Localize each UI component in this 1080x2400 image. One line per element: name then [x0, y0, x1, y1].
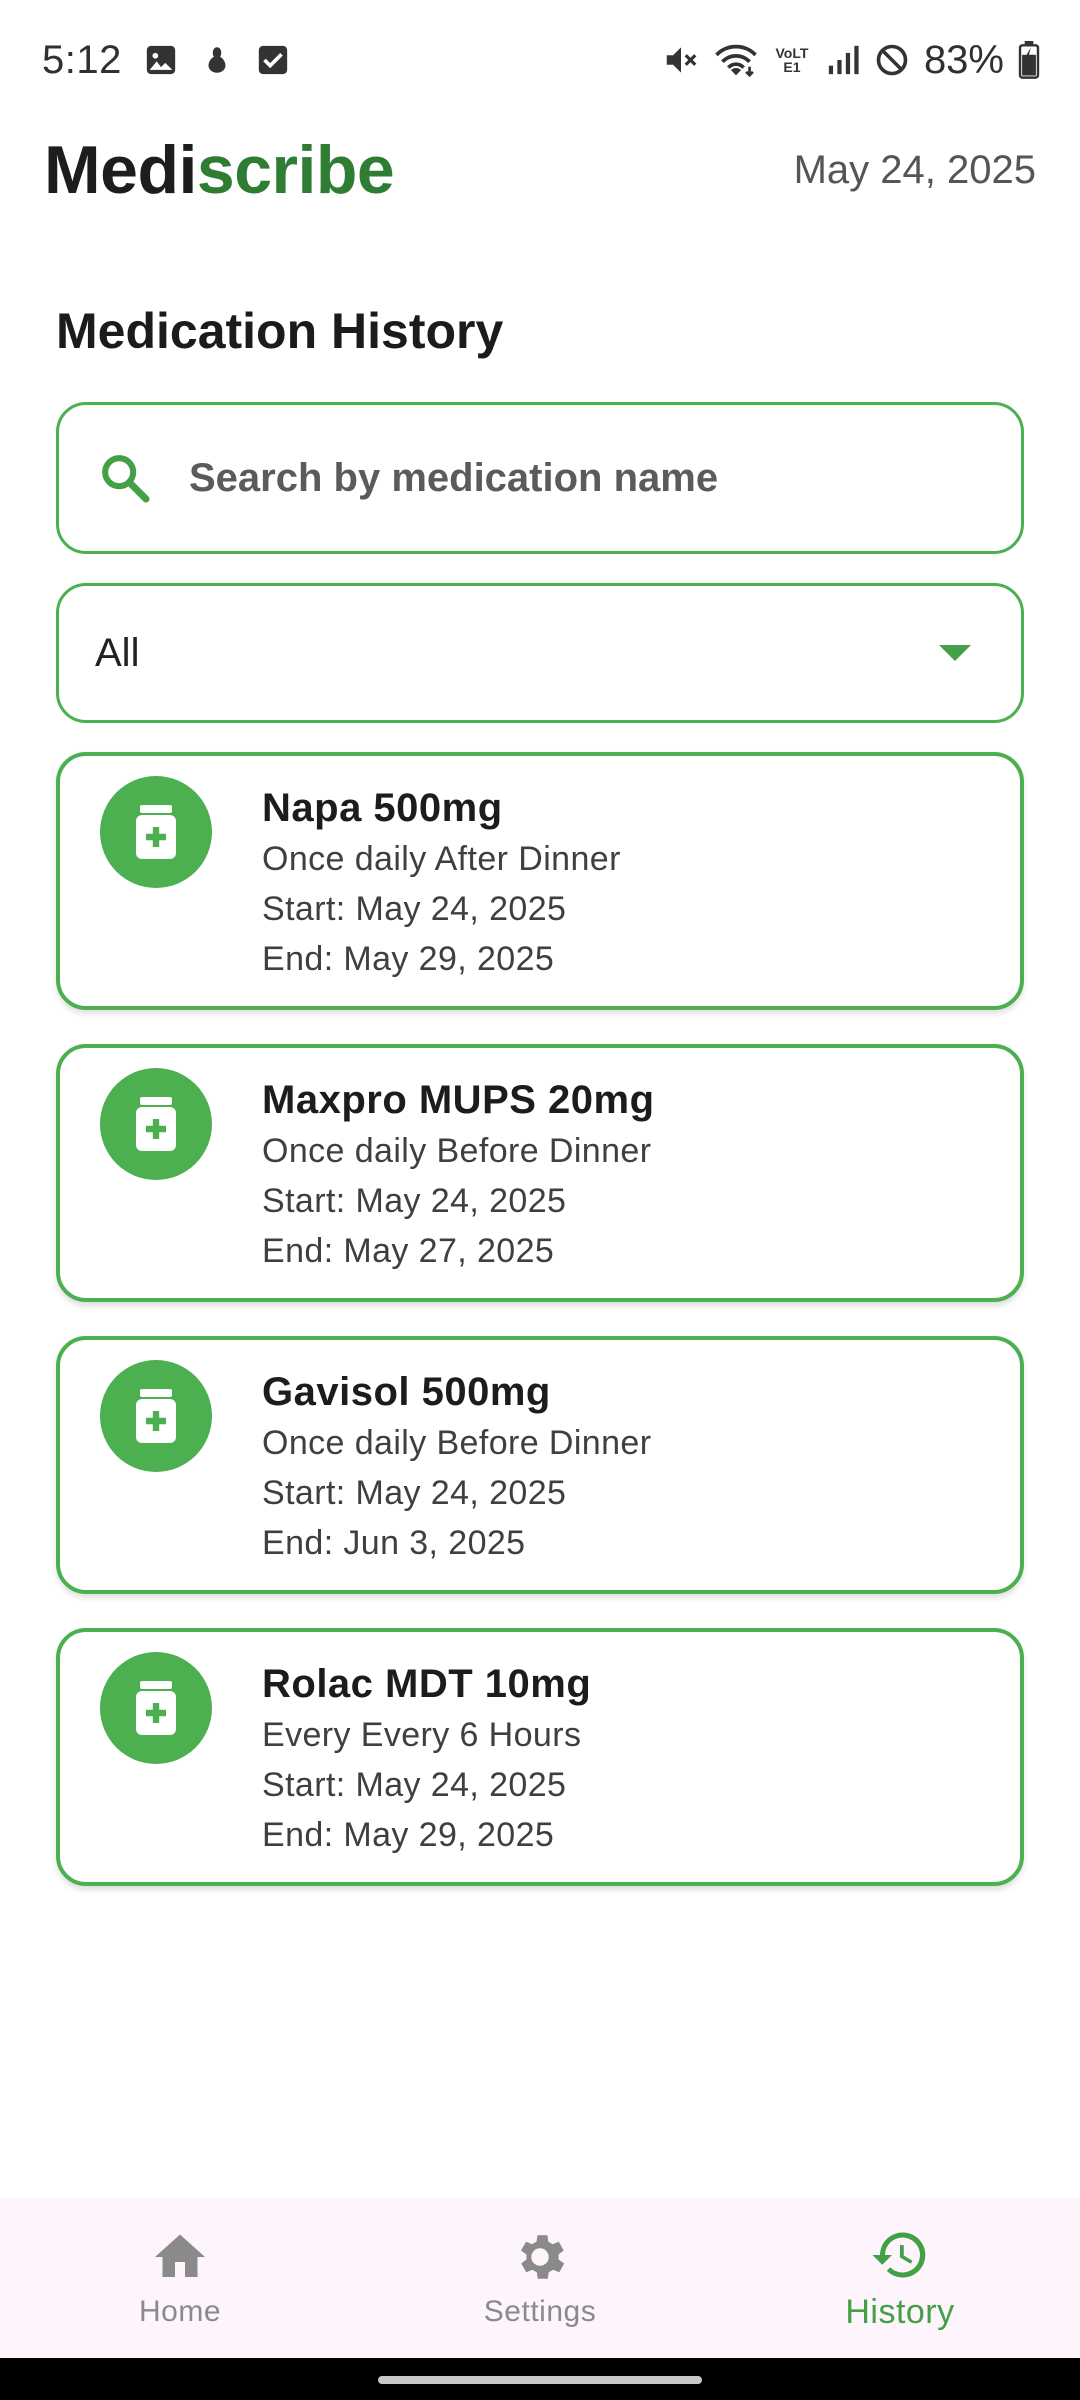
- gear-icon: [521, 2235, 565, 2279]
- nav-label-home: Home: [138, 2295, 222, 2328]
- medicine-bottle-icon: [100, 1652, 212, 1764]
- medicine-bottle-icon: [100, 1068, 212, 1180]
- search-box[interactable]: [56, 402, 1024, 554]
- medicine-bottle-icon: [100, 1360, 212, 1472]
- medication-start-date: Start: May 24, 2025: [262, 1182, 567, 1220]
- medication-card[interactable]: Maxpro MUPS 20mg Once daily Before Dinne…: [56, 1044, 1024, 1302]
- medication-end-date: End: Jun 3, 2025: [262, 1524, 526, 1562]
- medication-schedule: Every Every 6 Hours: [262, 1716, 582, 1754]
- battery-percent: 83%: [923, 37, 1004, 82]
- medication-card[interactable]: Gavisol 500mg Once daily Before Dinner S…: [56, 1336, 1024, 1594]
- medication-details: Napa 500mg Once daily After Dinner Start…: [262, 782, 621, 984]
- nav-label-history: History: [845, 2292, 955, 2331]
- medicine-bottle-icon: [100, 776, 212, 888]
- header-date: May 24, 2025: [793, 147, 1036, 192]
- filter-selected-value: All: [95, 630, 140, 675]
- medication-details: Rolac MDT 10mg Every Every 6 Hours Start…: [262, 1658, 591, 1860]
- page-title: Medication History: [56, 303, 504, 359]
- dropdown-arrow-icon: [939, 645, 971, 661]
- filter-dropdown[interactable]: All: [56, 583, 1024, 723]
- status-right: VoLTE1 83%: [662, 38, 1040, 83]
- nav-item-home[interactable]: Home: [50, 2198, 310, 2358]
- medication-name: Maxpro MUPS 20mg: [262, 1078, 655, 1122]
- status-left: 5:12: [42, 38, 290, 83]
- medication-name: Gavisol 500mg: [262, 1370, 551, 1414]
- medication-card[interactable]: Napa 500mg Once daily After Dinner Start…: [56, 752, 1024, 1010]
- medication-schedule: Once daily Before Dinner: [262, 1424, 652, 1462]
- medication-name: Rolac MDT 10mg: [262, 1662, 592, 1706]
- medication-end-date: End: May 29, 2025: [262, 1816, 555, 1854]
- screen: 5:12 VoLTE1 83% Mediscribe May 24, 2025 …: [0, 0, 1080, 2400]
- medication-schedule: Once daily Before Dinner: [262, 1132, 652, 1170]
- medication-start-date: Start: May 24, 2025: [262, 1474, 567, 1512]
- wifi-icon: [714, 41, 758, 79]
- nav-label-settings: Settings: [483, 2295, 597, 2328]
- medication-schedule: Once daily After Dinner: [262, 840, 621, 878]
- battery-charging-icon: [1018, 41, 1040, 79]
- medication-start-date: Start: May 24, 2025: [262, 1766, 567, 1804]
- brand-part-2: scribe: [196, 132, 395, 208]
- medication-start-date: Start: May 24, 2025: [262, 890, 567, 928]
- home-icon: [155, 2234, 205, 2277]
- volte-icon: VoLTE1: [775, 45, 809, 75]
- app-header: Mediscribe May 24, 2025: [0, 120, 1080, 220]
- do-not-disturb-icon: [874, 42, 910, 78]
- medication-details: Gavisol 500mg Once daily Before Dinner S…: [262, 1366, 651, 1568]
- search-icon: [102, 455, 150, 503]
- nav-item-history[interactable]: History: [770, 2198, 1030, 2358]
- medication-name: Napa 500mg: [262, 786, 503, 830]
- system-gesture-bar: [0, 2358, 1080, 2400]
- medication-end-date: End: May 29, 2025: [262, 940, 555, 978]
- signal-icon: [826, 43, 860, 77]
- search-input[interactable]: [189, 455, 989, 501]
- gallery-notification-icon: [144, 43, 178, 77]
- status-time: 5:12: [42, 37, 122, 82]
- nav-item-settings[interactable]: Settings: [410, 2198, 670, 2358]
- mute-icon: [662, 41, 700, 79]
- app-notification-icon: [200, 43, 234, 77]
- history-icon: [872, 2231, 926, 2277]
- bottom-navigation: Home Settings History: [0, 2198, 1080, 2358]
- status-bar: 5:12 VoLTE1 83%: [0, 0, 1080, 120]
- app-logo: Mediscribe: [44, 131, 395, 209]
- brand-part-1: Medi: [44, 132, 197, 208]
- medication-end-date: End: May 27, 2025: [262, 1232, 555, 1270]
- medication-details: Maxpro MUPS 20mg Once daily Before Dinne…: [262, 1074, 655, 1276]
- gesture-handle[interactable]: [378, 2376, 702, 2384]
- medication-list: Napa 500mg Once daily After Dinner Start…: [56, 752, 1024, 1920]
- medication-card[interactable]: Rolac MDT 10mg Every Every 6 Hours Start…: [56, 1628, 1024, 1886]
- checkbox-notification-icon: [256, 43, 290, 77]
